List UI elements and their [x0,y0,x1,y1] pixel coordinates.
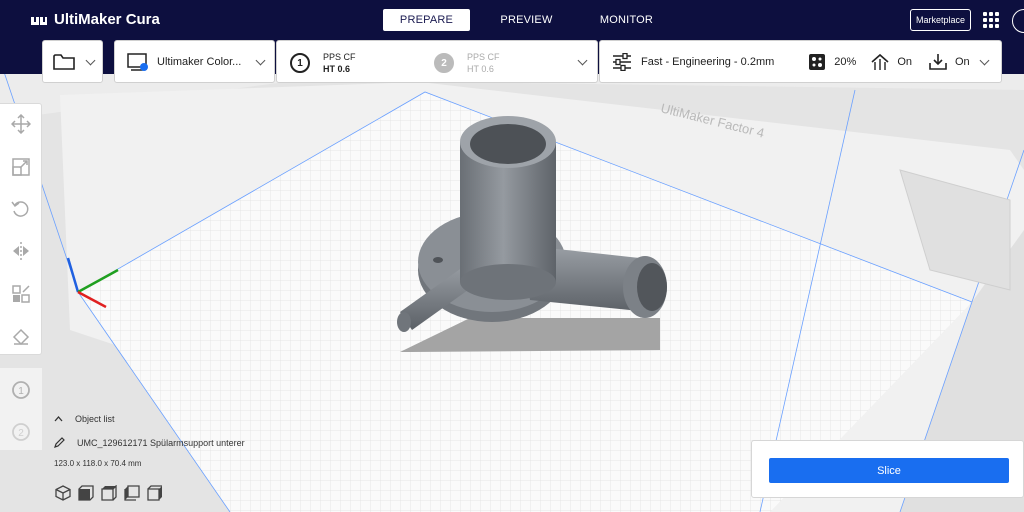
infill-value: 20% [834,55,857,68]
pencil-icon [54,437,65,448]
stage-tabs: PREPARE PREVIEW MONITOR [383,9,683,31]
ultimaker-logo-icon [31,16,47,25]
print-settings-selector[interactable]: Fast - Engineering - 0.2mm 20% On On [599,40,1002,83]
extruder-2[interactable]: 2 PPS CF HT 0.6 [434,51,500,75]
object-name: UMC_129612171 Spülarmsupport unterer [77,437,245,448]
chevron-down-icon [255,55,266,66]
marketplace-button[interactable]: Marketplace [910,9,971,31]
object-list-panel: Object list UMC_129612171 Spülarmsupport… [50,408,290,512]
object-list-title: Object list [75,414,115,424]
extruder-1-tool-number: 1 [18,386,24,397]
extruder-1-material: PPS CF [323,52,356,62]
per-model-settings-icon[interactable] [11,284,31,304]
view-top-icon[interactable] [101,485,117,501]
extruder-1[interactable]: 1 PPS CF HT 0.6 [290,51,356,75]
extruder-1-badge: 1 [290,53,310,73]
adhesion-value: On [955,55,970,68]
printer-icon [127,52,148,71]
camera-view-buttons [55,485,163,501]
rotate-tool-icon[interactable] [11,199,31,219]
object-list-toggle[interactable]: Object list [54,414,115,424]
view-right-icon[interactable] [147,485,163,501]
object-name-row[interactable]: UMC_129612171 Spülarmsupport unterer [54,437,245,448]
support-blocker-icon[interactable] [11,326,31,346]
scale-tool-icon[interactable] [11,157,31,177]
extruder-2-material: PPS CF [467,52,500,62]
move-tool-icon[interactable] [11,114,31,134]
extruder-2-tool-icon[interactable]: 2 [11,422,31,442]
chevron-down-icon [85,55,96,66]
printer-name: Ultimaker Color... [157,55,242,68]
app-logo: UltiMaker Cura [30,11,160,28]
extruder-1-core: HT 0.6 [323,64,351,74]
profile-name: Fast - Engineering - 0.2mm [641,55,775,68]
settings-sliders-icon [613,52,631,71]
object-dimensions: 123.0 x 118.0 x 70.4 mm [54,459,142,468]
apps-grid-icon[interactable] [983,12,999,28]
tab-prepare[interactable]: PREPARE [383,9,470,31]
extruder-1-tool-icon[interactable]: 1 [11,380,31,400]
chevron-down-icon [979,55,990,66]
slice-panel: Slice [751,440,1024,498]
printer-selector[interactable]: Ultimaker Color... [114,40,275,83]
view-front-icon[interactable] [78,485,94,501]
extruder-2-badge: 2 [434,53,454,73]
extruder-selector[interactable]: 1 PPS CF HT 0.6 2 PPS CF HT 0.6 [276,40,598,83]
support-value: On [897,55,912,68]
chevron-up-icon [54,416,63,422]
slice-button[interactable]: Slice [769,458,1009,483]
tab-preview[interactable]: PREVIEW [483,9,570,31]
infill-icon [809,53,826,70]
view-left-icon[interactable] [124,485,140,501]
mirror-tool-icon[interactable] [11,241,31,261]
adhesion-icon [929,53,947,70]
folder-icon [53,53,75,70]
extruder-tool-panel: 1 2 [0,368,42,450]
app-name: UltiMaker Cura [54,11,160,28]
support-icon [871,53,889,70]
chevron-down-icon [577,55,588,66]
account-icon[interactable] [1012,9,1024,33]
open-file-button[interactable] [42,40,103,83]
tool-sidebar [0,103,42,355]
extruder-2-core: HT 0.6 [467,64,494,74]
extruder-2-tool-number: 2 [18,428,24,439]
tab-monitor[interactable]: MONITOR [583,9,670,31]
view-3d-icon[interactable] [55,485,71,501]
